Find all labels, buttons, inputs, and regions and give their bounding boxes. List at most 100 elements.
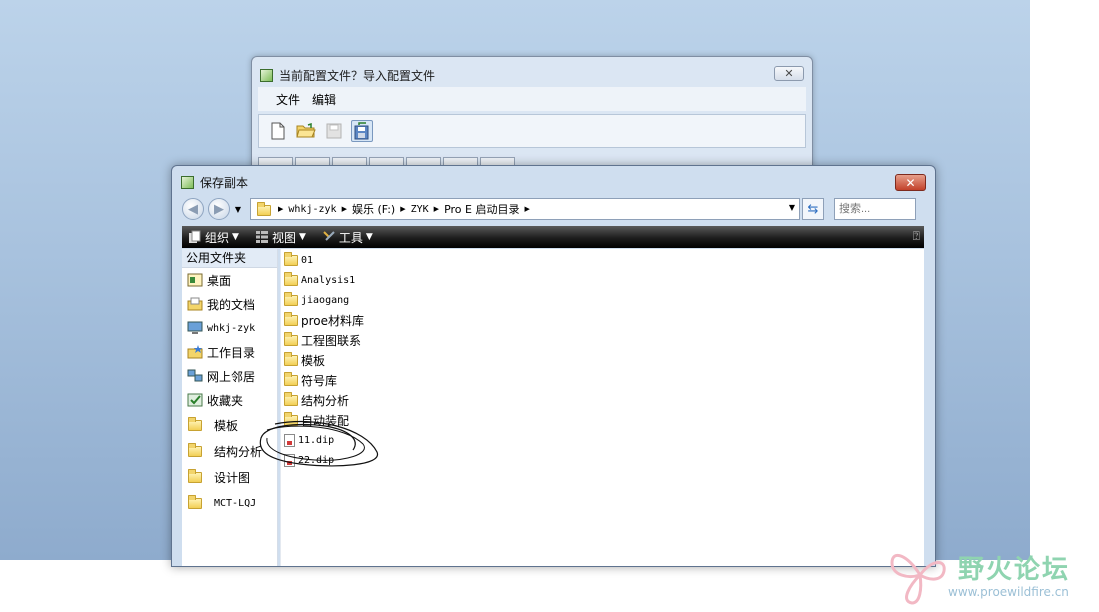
- list-item[interactable]: 22.dip: [284, 450, 334, 470]
- file-name: 工程图联系: [301, 333, 362, 348]
- file-name: 11.dip: [298, 434, 335, 446]
- breadcrumb-separator-icon: ▶: [341, 205, 347, 213]
- search-input[interactable]: [834, 198, 916, 220]
- config-window: 当前配置文件？导入配置文件 ✕ 文件 编辑: [251, 56, 813, 178]
- file-name: 22.dip: [298, 454, 335, 466]
- config-window-titlebar: 当前配置文件？导入配置文件: [260, 65, 435, 85]
- views-button[interactable]: 视图 ▼: [255, 229, 306, 246]
- dialog-close-button[interactable]: ✕: [895, 174, 926, 191]
- open-folder-icon[interactable]: [295, 120, 317, 142]
- favorite-links-pane: 公用文件夹 桌面 我的文档 whkj-zyk 工作目录 网上邻居 收藏夹 模板: [182, 249, 278, 566]
- folder-icon: [188, 494, 202, 509]
- sidebar-favorite-structure[interactable]: 结构分析: [182, 438, 277, 464]
- export-config-icon[interactable]: [351, 120, 373, 142]
- menu-file[interactable]: 文件: [276, 91, 300, 108]
- breadcrumb-item[interactable]: whkj-zyk: [288, 204, 336, 215]
- breadcrumb-item[interactable]: Pro E 启动目录: [444, 201, 519, 217]
- forward-arrow-icon[interactable]: ▶: [208, 198, 230, 220]
- new-file-icon[interactable]: [267, 120, 289, 142]
- chevron-down-icon: ▼: [298, 232, 306, 242]
- folder-icon: [284, 351, 298, 366]
- sidebar-item-label: 结构分析: [214, 444, 263, 459]
- history-dropdown-icon[interactable]: ▼: [232, 205, 244, 214]
- butterfly-logo-icon: [890, 553, 946, 605]
- list-item[interactable]: 工程图联系: [284, 330, 361, 350]
- breadcrumb-separator-icon: ▶: [433, 205, 440, 213]
- sidebar-item-favorites[interactable]: 收藏夹: [182, 388, 277, 412]
- forum-watermark: 野火论坛 www.proewildfire.cn: [888, 545, 1093, 607]
- sidebar-favorite-template[interactable]: 模板: [182, 412, 277, 438]
- back-arrow-icon[interactable]: ◀: [182, 198, 204, 220]
- sidebar-item-label: 模板: [214, 418, 239, 433]
- sidebar-favorite-mct[interactable]: MCT-LQJ: [182, 490, 277, 516]
- list-item[interactable]: jiaogang: [284, 290, 349, 310]
- folder-icon: [284, 251, 298, 266]
- breadcrumb-separator-icon: ▶: [524, 205, 530, 213]
- sidebar-item-working-dir[interactable]: 工作目录: [182, 340, 277, 364]
- folder-icon: [284, 311, 298, 326]
- sidebar-item-desktop[interactable]: 桌面: [182, 268, 277, 292]
- file-name: 模板: [301, 353, 326, 368]
- address-dropdown-icon[interactable]: ▼: [789, 203, 795, 212]
- sidebar-item-label: 我的文档: [207, 297, 256, 312]
- folder-icon: [284, 291, 298, 306]
- tools-button[interactable]: 工具 ▼: [322, 229, 373, 246]
- favorites-icon: [187, 393, 203, 407]
- file-name: 01: [301, 254, 314, 266]
- file-name: 自动装配: [301, 413, 350, 428]
- save-disabled-icon[interactable]: [323, 120, 345, 142]
- sidebar-item-label: 收藏夹: [207, 393, 244, 408]
- sidebar-item-network[interactable]: 网上邻居: [182, 364, 277, 388]
- list-item[interactable]: 11.dip: [284, 430, 334, 450]
- views-label: 视图: [271, 230, 296, 245]
- chevron-down-icon: ▼: [365, 232, 373, 242]
- sidebar-item-documents[interactable]: 我的文档: [182, 292, 277, 316]
- command-bar: 组织 ▼ 视图 ▼ 工具 ▼ ⍰: [182, 226, 924, 248]
- config-menubar: 文件 编辑: [258, 87, 806, 111]
- sidebar-item-computer[interactable]: whkj-zyk: [182, 316, 277, 340]
- chevron-down-icon: ▼: [232, 232, 239, 242]
- watermark-title: 野火论坛: [958, 555, 1071, 585]
- computer-icon: [187, 321, 203, 334]
- save-copy-dialog: 保存副本 ✕ ◀ ▶ ▼ ▶ whkj-zyk ▶ 娱乐 (F:) ▶ ZYK …: [171, 165, 936, 567]
- address-bar[interactable]: ▶ whkj-zyk ▶ 娱乐 (F:) ▶ ZYK ▶ Pro E 启动目录 …: [250, 198, 800, 220]
- breadcrumb-item[interactable]: 娱乐 (F:): [352, 201, 395, 217]
- folder-icon: [188, 442, 202, 457]
- list-item[interactable]: 符号库: [284, 370, 337, 390]
- folder-icon: [188, 468, 202, 483]
- file-name: Analysis1: [301, 274, 356, 286]
- list-item[interactable]: 模板: [284, 350, 325, 370]
- document-icon: [284, 433, 295, 447]
- help-icon[interactable]: ⍰: [913, 229, 920, 244]
- list-item[interactable]: 结构分析: [284, 390, 349, 410]
- breadcrumb-separator-icon: ▶: [400, 205, 406, 213]
- sidebar-item-label: 工作目录: [207, 345, 256, 360]
- app-window-icon: [260, 68, 273, 82]
- config-close-button[interactable]: ✕: [774, 66, 804, 81]
- file-list: 01 Analysis1 jiaogang proe材料库 工程图联系 模板 符…: [280, 249, 924, 566]
- sidebar-item-label: 设计图: [214, 470, 251, 485]
- dialog-window-icon: [181, 176, 194, 189]
- menu-edit[interactable]: 编辑: [312, 91, 336, 108]
- list-item[interactable]: 自动装配: [284, 410, 349, 430]
- folder-icon: [284, 331, 298, 346]
- sidebar-header: 公用文件夹: [182, 249, 277, 268]
- breadcrumb-item[interactable]: ZYK: [411, 204, 429, 215]
- folder-icon: [188, 416, 202, 431]
- watermark-url: www.proewildfire.cn: [948, 585, 1069, 599]
- sidebar-favorite-design[interactable]: 设计图: [182, 464, 277, 490]
- network-icon: [187, 369, 203, 382]
- list-item[interactable]: proe材料库: [284, 310, 364, 330]
- working-folder-icon: [187, 345, 203, 359]
- file-name: 符号库: [301, 373, 338, 388]
- sidebar-item-label: MCT-LQJ: [214, 497, 257, 509]
- folder-icon: [284, 411, 298, 426]
- organize-label: 组织: [205, 230, 230, 245]
- file-name: 结构分析: [301, 393, 350, 408]
- views-icon: [255, 231, 268, 243]
- organize-button[interactable]: 组织 ▼: [188, 229, 239, 246]
- refresh-icon[interactable]: ⇆: [802, 198, 824, 220]
- list-item[interactable]: 01: [284, 250, 313, 270]
- list-item[interactable]: Analysis1: [284, 270, 355, 290]
- folder-icon: [284, 271, 298, 286]
